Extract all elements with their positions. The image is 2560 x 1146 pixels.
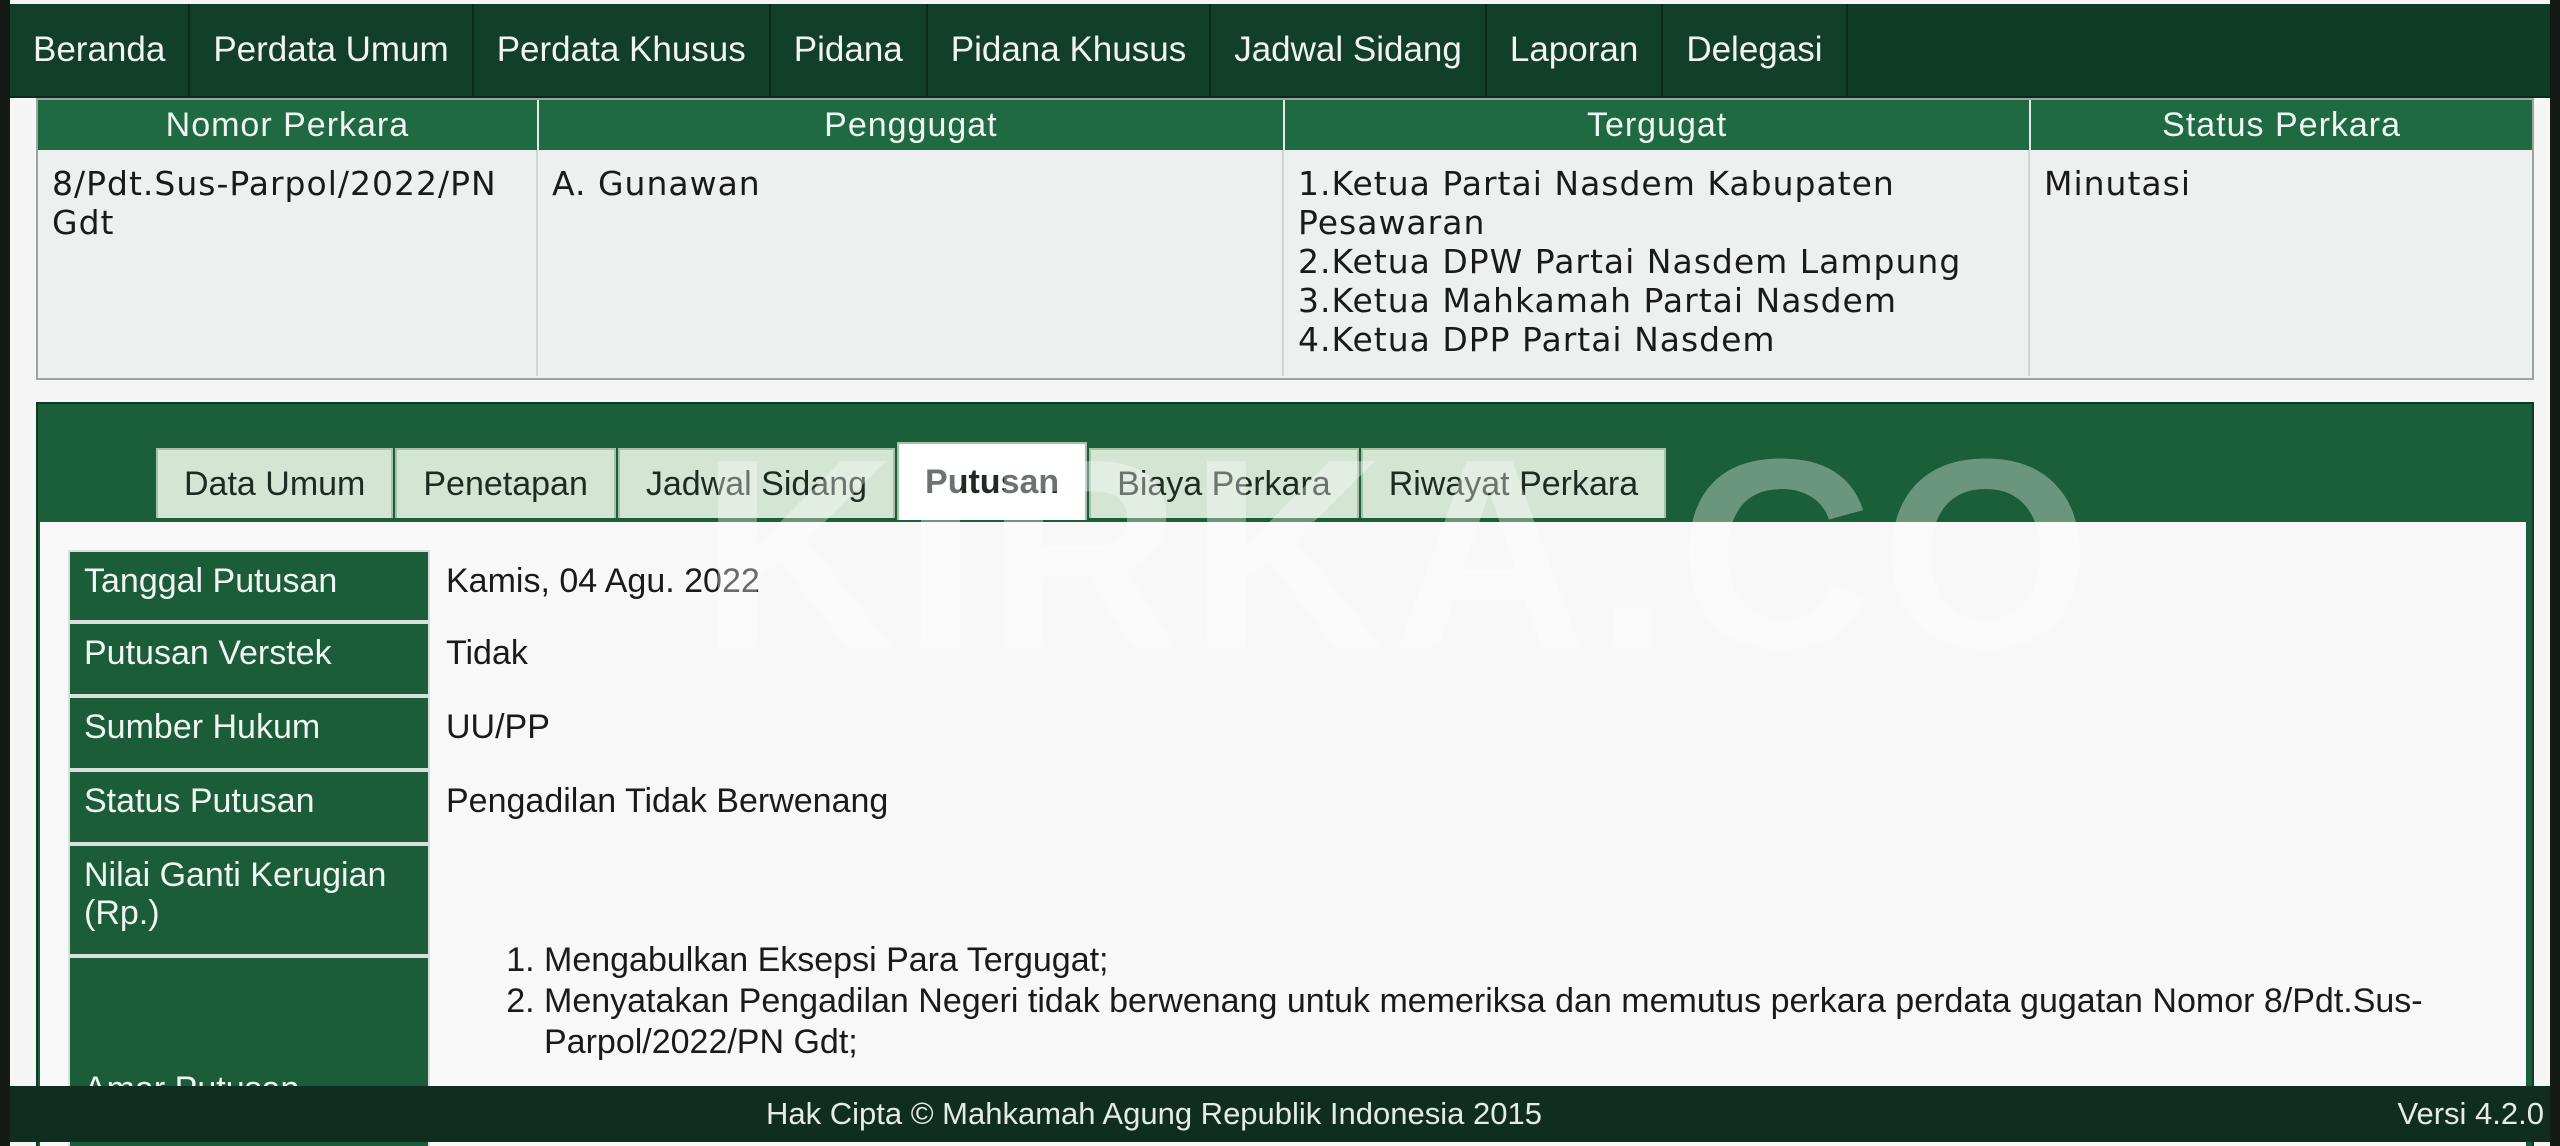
label-putusan-verstek: Putusan Verstek — [68, 622, 430, 696]
label-tanggal-putusan: Tanggal Putusan — [68, 550, 430, 622]
detail-row-nilai: Nilai Ganti Kerugian (Rp.) — [68, 844, 462, 956]
detail-row-verstek: Putusan Verstek Tidak — [68, 622, 544, 696]
header-status-perkara: Status Perkara — [2162, 105, 2402, 144]
header-penggugat: Penggugat — [539, 100, 1285, 150]
nav-beranda[interactable]: Beranda — [10, 4, 191, 96]
tergugat-item: 4.Ketua DPP Partai Nasdem — [1298, 320, 1776, 359]
app-screen: Beranda Perdata Umum Perdata Khusus Pida… — [10, 0, 2550, 1146]
value-putusan-verstek: Tidak — [446, 634, 528, 672]
nav-jadwal-sidang[interactable]: Jadwal Sidang — [1211, 4, 1487, 96]
header-tergugat: Tergugat — [1285, 100, 2032, 150]
label-nilai-ganti-kerugian: Nilai Ganti Kerugian (Rp.) — [68, 844, 430, 956]
footer-version: Versi 4.2.0 — [2397, 1096, 2544, 1131]
tergugat-item: 3.Ketua Mahkamah Partai Nasdem — [1298, 281, 1898, 320]
header-nomor-perkara: Nomor Perkara — [38, 100, 539, 150]
tab-riwayat-perkara[interactable]: Riwayat Perkara — [1360, 448, 1667, 518]
case-table-header: Nomor Perkara Penggugat Tergugat Status … — [38, 100, 2532, 150]
cell-nomor-perkara: 8/Pdt.Sus-Parpol/2022/PN Gdt — [38, 150, 538, 376]
nav-delegasi[interactable]: Delegasi — [1663, 4, 1848, 96]
nav-laporan[interactable]: Laporan — [1486, 4, 1664, 96]
nav-perdata-khusus[interactable]: Perdata Khusus — [473, 4, 771, 96]
amar-item: Mengabulkan Eksepsi Para Tergugat; — [544, 940, 2510, 981]
tab-jadwal-sidang[interactable]: Jadwal Sidang — [617, 448, 896, 518]
footer-copyright: Hak Cipta © Mahkamah Agung Republik Indo… — [766, 1096, 1542, 1131]
detail-tabs: Data Umum Penetapan Jadwal Sidang Putusa… — [156, 442, 1668, 520]
value-status-putusan: Pengadilan Tidak Berwenang — [446, 782, 889, 820]
cell-penggugat: A. Gunawan — [538, 150, 1284, 376]
nav-filler — [1847, 4, 2550, 96]
nav-pidana[interactable]: Pidana — [770, 4, 928, 96]
tab-penetapan[interactable]: Penetapan — [395, 448, 616, 518]
amar-putusan-list: Mengabulkan Eksepsi Para Tergugat; Menya… — [500, 940, 2510, 1063]
footer: Hak Cipta © Mahkamah Agung Republik Indo… — [10, 1086, 2550, 1142]
putusan-content: Tanggal Putusan Kamis, 04 Agu. 2022 Putu… — [40, 522, 2526, 1146]
case-table: Nomor Perkara Penggugat Tergugat Status … — [36, 98, 2534, 380]
value-tanggal-putusan: Kamis, 04 Agu. 2022 — [446, 562, 760, 600]
top-navigation: Beranda Perdata Umum Perdata Khusus Pida… — [10, 4, 2550, 98]
amar-item: Menyatakan Pengadilan Negeri tidak berwe… — [544, 981, 2510, 1063]
tergugat-item: 1.Ketua Partai Nasdem Kabupaten Pesawara… — [1298, 164, 1895, 242]
value-nilai-ganti-kerugian — [430, 844, 462, 956]
tergugat-item: 2.Ketua DPW Partai Nasdem Lampung — [1298, 242, 1962, 281]
value-sumber-hukum: UU/PP — [446, 708, 550, 746]
detail-row-status: Status Putusan Pengadilan Tidak Berwenan… — [68, 770, 904, 844]
label-sumber-hukum: Sumber Hukum — [68, 696, 430, 770]
detail-panel: Data Umum Penetapan Jadwal Sidang Putusa… — [36, 402, 2534, 1146]
cell-tergugat: 1.Ketua Partai Nasdem Kabupaten Pesawara… — [1284, 150, 2030, 376]
detail-row-tanggal: Tanggal Putusan Kamis, 04 Agu. 2022 — [68, 550, 776, 622]
nav-pidana-khusus[interactable]: Pidana Khusus — [927, 4, 1212, 96]
tab-putusan[interactable]: Putusan — [897, 442, 1088, 520]
tab-data-umum[interactable]: Data Umum — [156, 448, 394, 518]
label-status-putusan: Status Putusan — [68, 770, 430, 844]
detail-row-sumber: Sumber Hukum UU/PP — [68, 696, 566, 770]
nav-perdata-umum[interactable]: Perdata Umum — [190, 4, 474, 96]
table-row: 8/Pdt.Sus-Parpol/2022/PN Gdt A. Gunawan … — [38, 150, 2532, 376]
cell-status-perkara: Minutasi — [2044, 164, 2191, 203]
tab-biaya-perkara[interactable]: Biaya Perkara — [1089, 448, 1359, 518]
